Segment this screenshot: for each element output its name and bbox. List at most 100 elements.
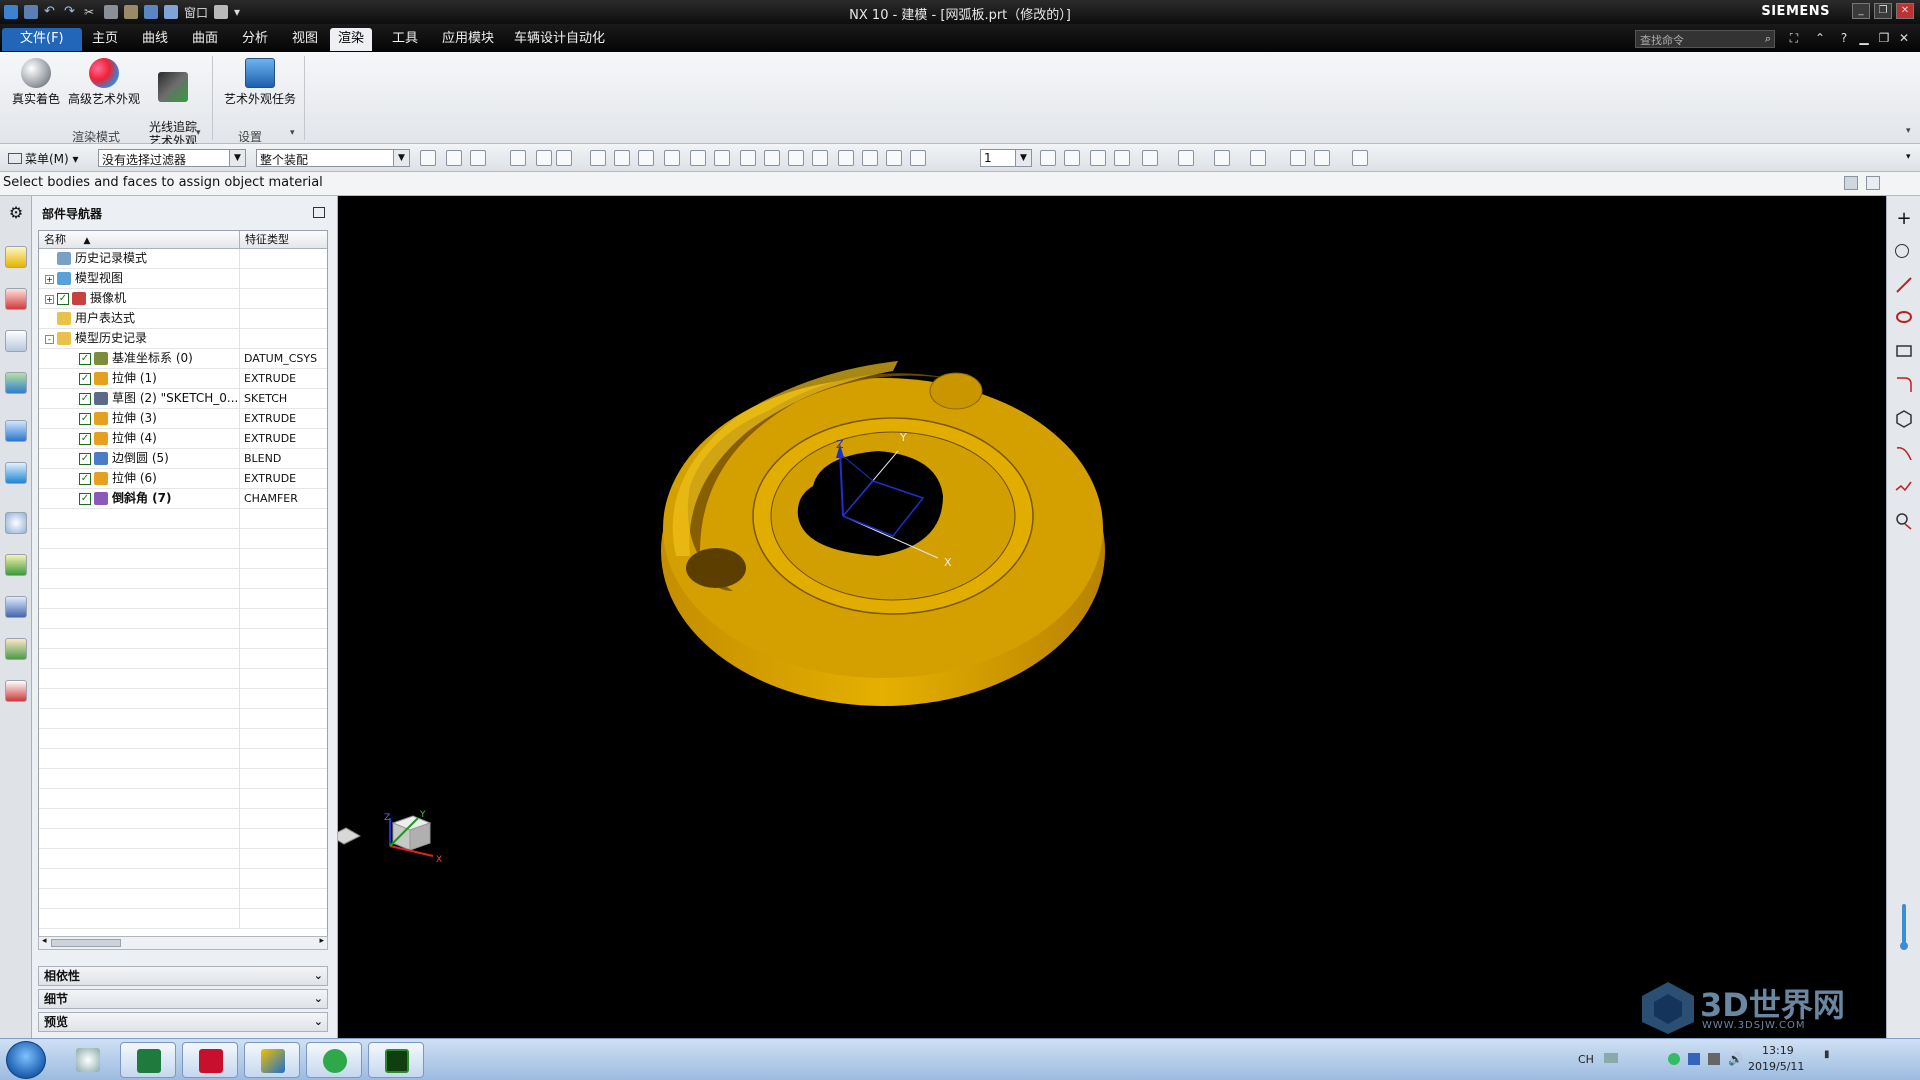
view-triad-cube[interactable]: Z Y X <box>378 808 448 868</box>
display-style-icon[interactable] <box>1178 150 1194 166</box>
scroll-left-icon[interactable]: ◂ <box>42 936 47 946</box>
select-all-icon[interactable] <box>470 150 486 166</box>
arc-icon[interactable] <box>1895 244 1909 258</box>
security-icon[interactable] <box>1688 1053 1700 1065</box>
checkbox-icon[interactable]: ✓ <box>79 353 91 365</box>
details-panel[interactable]: 细节 ⌄ <box>38 989 328 1009</box>
dependencies-panel[interactable]: 相依性 ⌄ <box>38 966 328 986</box>
tab-view[interactable]: 视图 <box>284 28 326 51</box>
checkbox-icon[interactable]: ✓ <box>79 413 91 425</box>
studio-task-button[interactable]: 艺术外观任务 <box>218 58 302 106</box>
doc-minimize-icon[interactable]: ▁ <box>1856 30 1872 46</box>
horizontal-scrollbar[interactable]: ◂ ▸ <box>38 936 328 950</box>
tab-analysis[interactable]: 分析 <box>234 28 276 51</box>
process-studio-icon[interactable] <box>5 596 27 618</box>
checkbox-icon[interactable]: ✓ <box>79 393 91 405</box>
tree-row[interactable]: ✓ 边倒圆 (5) BLEND <box>39 449 327 469</box>
move-object-icon[interactable] <box>1290 150 1306 166</box>
tree-row[interactable]: ✓ 草图 (2) "SKETCH_0... SKETCH <box>39 389 327 409</box>
edit-section-icon[interactable] <box>1214 150 1230 166</box>
layer-dropdown[interactable]: 1 ▼ <box>980 149 1032 167</box>
selection-scope-dropdown[interactable]: 整个装配 ▼ <box>256 149 410 167</box>
fillet-icon[interactable] <box>1895 376 1913 394</box>
snap-end-point-icon[interactable] <box>690 150 706 166</box>
command-search-input[interactable]: 查找命令 ⌕ <box>1635 30 1775 48</box>
search-icon[interactable]: ⌕ <box>1765 32 1771 46</box>
doc-close-icon[interactable]: ✕ <box>1896 30 1912 46</box>
chevron-down-icon[interactable]: ▼ <box>393 150 409 166</box>
chevron-down-icon[interactable]: ▼ <box>1015 150 1031 166</box>
ellipse-icon[interactable] <box>1895 512 1913 530</box>
minimize-button[interactable]: _ <box>1852 3 1870 19</box>
checkbox-icon[interactable]: ✓ <box>79 453 91 465</box>
expand-icon[interactable]: + <box>45 275 54 284</box>
snap-on-curve-icon[interactable] <box>862 150 878 166</box>
snap-mid-point-icon[interactable] <box>714 150 730 166</box>
general-selection-icon[interactable] <box>420 150 436 166</box>
graphics-window[interactable]: Z Y X Z Y X 3D世界网 WWW.3DSJW.COM <box>328 196 1886 1038</box>
taskbar-app-sync[interactable] <box>306 1042 362 1078</box>
circle-icon[interactable] <box>1895 308 1913 326</box>
chevron-down-icon[interactable]: ⌄ <box>314 1013 323 1031</box>
collapse-ribbon-icon[interactable]: ⌃ <box>1812 30 1828 46</box>
deselect-icon[interactable] <box>510 150 526 166</box>
gear-icon[interactable]: ⚙ <box>5 202 27 224</box>
tree-row[interactable]: + 模型视图 <box>39 269 327 289</box>
part-navigator-icon[interactable] <box>5 330 27 352</box>
select-feature-icon[interactable] <box>638 150 654 166</box>
polygon-icon[interactable] <box>1895 410 1913 428</box>
snap-quadrant-icon[interactable] <box>812 150 828 166</box>
rotate-icon[interactable] <box>1090 150 1106 166</box>
checkbox-icon[interactable]: ✓ <box>79 473 91 485</box>
restore-button[interactable]: ❐ <box>1874 3 1892 19</box>
tree-row[interactable]: 用户表达式 <box>39 309 327 329</box>
tree-row[interactable]: 历史记录模式 <box>39 249 327 269</box>
expand-icon[interactable]: + <box>45 295 54 304</box>
rectangle-selection-icon[interactable] <box>556 150 572 166</box>
tree-row[interactable]: ✓ 拉伸 (6) EXTRUDE <box>39 469 327 489</box>
hd3d-tools-icon[interactable] <box>5 420 27 442</box>
point-icon[interactable]: + <box>1895 210 1913 228</box>
tree-row[interactable]: ✓ 拉伸 (3) EXTRUDE <box>39 409 327 429</box>
zoom-icon[interactable] <box>1064 150 1080 166</box>
select-body-icon[interactable] <box>614 150 630 166</box>
measure-icon[interactable] <box>1314 150 1330 166</box>
maximize-panel-icon[interactable] <box>313 207 325 218</box>
clock-date[interactable]: 2019/5/11 <box>1748 1060 1804 1073</box>
checkbox-icon[interactable]: ✓ <box>57 293 69 305</box>
taskbar-app-excel[interactable] <box>120 1042 176 1078</box>
tree-row[interactable]: - 模型历史记录 <box>39 329 327 349</box>
history-icon[interactable] <box>5 512 27 534</box>
column-header-feature-type[interactable]: 特征类型 <box>239 231 327 249</box>
ribbon-options-chevron-icon[interactable]: ▾ <box>1906 126 1911 136</box>
show-desktop-icon[interactable]: ▮ <box>1824 1049 1830 1060</box>
tree-row[interactable]: ✓ 倒斜角 (7) CHAMFER <box>39 489 327 509</box>
taskbar-app-autocad[interactable] <box>182 1042 238 1078</box>
advanced-studio-button[interactable]: 高级艺术外观 <box>66 58 142 106</box>
checkbox-icon[interactable]: ✓ <box>79 433 91 445</box>
close-button[interactable]: ✕ <box>1896 3 1914 19</box>
chevron-down-icon[interactable]: ▼ <box>229 150 245 166</box>
scroll-right-icon[interactable]: ▸ <box>319 936 324 946</box>
snap-arc-center-icon[interactable] <box>788 150 804 166</box>
tab-surface[interactable]: 曲面 <box>184 28 226 51</box>
help-icon[interactable]: ? <box>1836 30 1852 46</box>
tab-render[interactable]: 渲染 <box>330 28 373 51</box>
network-icon[interactable] <box>1668 1053 1680 1065</box>
tab-curve[interactable]: 曲线 <box>134 28 176 51</box>
invert-selection-icon[interactable] <box>536 150 552 166</box>
checkbox-icon[interactable]: ✓ <box>79 373 91 385</box>
snap-existing-point-icon[interactable] <box>838 150 854 166</box>
input-language[interactable]: CH <box>1578 1053 1594 1066</box>
clock-time[interactable]: 13:19 <box>1762 1044 1794 1057</box>
checkbox-icon[interactable]: ✓ <box>79 493 91 505</box>
conic-icon[interactable] <box>1895 478 1913 496</box>
taskbar-app-cam[interactable] <box>368 1042 424 1078</box>
snap-bounded-grid-icon[interactable] <box>910 150 926 166</box>
view-triad[interactable] <box>328 827 362 845</box>
reuse-library-icon[interactable] <box>5 372 27 394</box>
thermometer-slider-icon[interactable] <box>1900 904 1908 952</box>
selection-filter-dropdown[interactable]: 没有选择过滤器 ▼ <box>98 149 246 167</box>
settings-group-launcher-icon[interactable]: ▾ <box>290 128 295 138</box>
status-options-icon[interactable] <box>1866 176 1880 190</box>
